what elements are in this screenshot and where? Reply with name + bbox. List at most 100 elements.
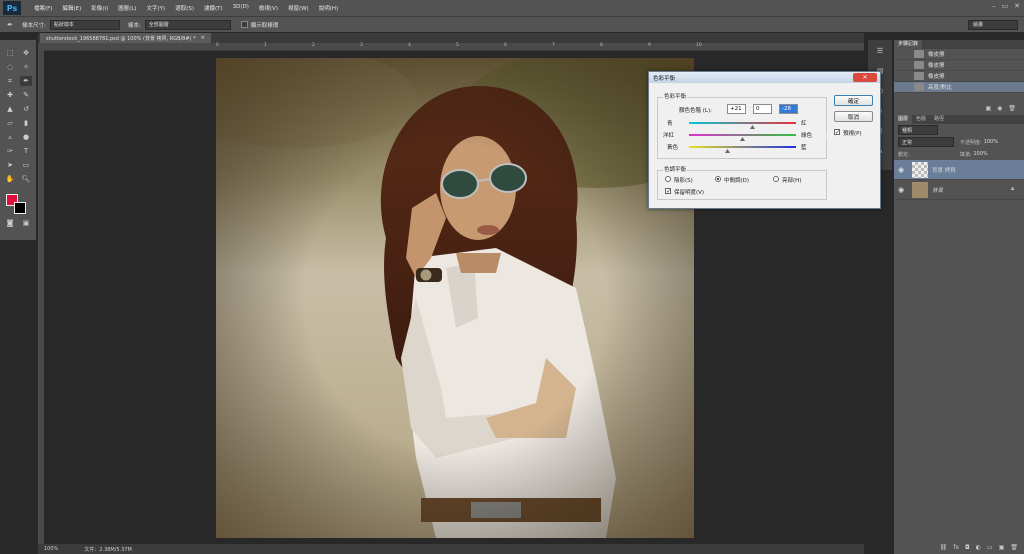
crop-icon[interactable]: ⌗ [4,76,16,86]
menu-filter[interactable]: 濾鏡(T) [199,4,228,12]
slider-right-label: 綠色 [801,133,813,139]
history-item[interactable]: 橡皮擦 [894,49,1024,60]
midtones-radio[interactable] [715,176,721,182]
blend-mode-select[interactable]: 正常 [898,137,954,147]
new-layer-icon[interactable]: ▣ [999,544,1005,554]
dialog-title-bar[interactable]: 色彩平衡 ✕ [649,72,880,83]
quick-mask-icon[interactable]: ◙ [4,218,16,228]
cyan-red-slider[interactable] [689,122,796,124]
menu-view[interactable]: 檢視(V) [254,4,283,12]
minimize-icon[interactable]: – [992,2,996,10]
ok-button[interactable]: 確定 [834,95,873,106]
history-item[interactable]: 橡皮擦 [894,60,1024,71]
maximize-icon[interactable]: ▭ [1002,2,1009,10]
link-icon[interactable]: ⛓︎ [940,544,948,554]
mask-icon[interactable]: ◘ [965,544,970,554]
magic-wand-icon[interactable]: ✧ [20,62,32,72]
show-ring-label: 顯示取樣環 [250,22,279,29]
fill-value[interactable]: 100% [973,151,987,157]
dodge-icon[interactable]: ● [20,132,32,142]
shadows-radio[interactable] [665,176,671,182]
tab-history[interactable]: 步驟記錄 [894,40,923,49]
layers-footer: ⛓︎ fx ◘ ◐ ▭ ▣ 🗑︎ [894,544,1024,554]
preserve-luminosity-checkbox[interactable]: ✓ [665,188,671,195]
cancel-button[interactable]: 取消 [834,111,873,122]
menu-3d[interactable]: 3D(D) [228,4,254,12]
document-image[interactable] [216,58,694,538]
new-document-icon[interactable]: ▣ [985,105,991,115]
history-item-label: 高度/對比 [928,85,952,91]
highlights-radio[interactable] [773,176,779,182]
healing-icon[interactable]: ✚ [4,90,16,100]
hand-icon[interactable]: ✋ [4,174,16,184]
menu-window[interactable]: 視窗(W) [283,4,314,12]
close-icon[interactable]: ✕ [1014,2,1020,10]
camera-icon[interactable]: ◉ [997,105,1002,115]
brush-icon[interactable]: ✎ [20,90,32,100]
zoom-icon[interactable]: 🔍︎ [20,174,32,184]
mouse-cursor-icon: ➤ [822,132,830,142]
blur-icon[interactable]: ▵ [4,132,16,142]
group-icon[interactable]: ▭ [987,544,993,554]
document-close-icon[interactable]: × [201,35,205,41]
shape-icon[interactable]: ▭ [20,160,32,170]
opacity-label: 不透明度: [960,139,982,146]
menu-edit[interactable]: 編輯(E) [57,4,86,12]
pen-icon[interactable]: ✑ [4,146,16,156]
layer-row[interactable]: ◉ 背景 拷貝 [894,160,1024,180]
highlights-label: 亮部(H) [782,178,802,184]
menu-file[interactable]: 檔案(F) [29,4,57,12]
level-yellow-blue-input[interactable]: -28 [779,104,798,114]
move-icon[interactable]: ✥ [20,48,32,58]
history-item[interactable]: 高度/對比 [894,82,1024,93]
document-tab[interactable]: shutterstock_196588781.psd @ 100% (背景 拷貝… [40,33,211,43]
adjustment-layer-icon[interactable]: ◐ [976,544,981,554]
level-cyan-red-input[interactable]: +21 [727,104,746,114]
show-ring-checkbox[interactable] [240,21,248,28]
history-panel-tabs: 步驟記錄 [894,40,1024,49]
marquee-icon[interactable]: ⬚ [4,48,16,58]
trash-icon[interactable]: 🗑︎ [1008,105,1016,115]
eraser-icon[interactable]: ▱ [4,118,16,128]
ruler-tick: 5 [456,43,459,48]
preview-checkbox[interactable]: ✓ [834,129,840,136]
background-color-swatch[interactable] [14,202,26,214]
menu-type[interactable]: 文字(Y) [142,4,171,12]
yellow-blue-slider[interactable] [689,146,796,148]
gradient-icon[interactable]: ▮ [20,118,32,128]
sample-select[interactable]: 全部圖層 [144,19,231,30]
eyedropper-icon[interactable]: ✒ [4,20,16,30]
path-select-icon[interactable]: ➤ [4,160,16,170]
fx-icon[interactable]: fx [953,544,959,554]
dialog-close-button[interactable]: ✕ [853,73,877,82]
level-magenta-green-input[interactable]: 0 [753,104,772,114]
menu-image[interactable]: 影像(I) [86,4,113,12]
zoom-level[interactable]: 100% [44,546,58,552]
color-levels-label: 顏色色階 (L): [679,108,712,114]
screen-mode-icon[interactable]: ▣ [20,218,32,228]
layer-kind-select[interactable]: 種類 [898,125,938,135]
history-brush-icon[interactable]: ↺ [20,104,32,114]
history-item[interactable]: 橡皮擦 [894,71,1024,82]
eye-icon[interactable]: ◉ [894,186,908,194]
tab-channels[interactable]: 色版 [912,115,930,124]
delete-layer-icon[interactable]: 🗑︎ [1010,544,1018,554]
history-panel-icon[interactable]: ☰ [874,46,886,56]
stamp-icon[interactable]: ▲ [4,104,16,114]
type-icon[interactable]: T [20,146,32,156]
tab-paths[interactable]: 路徑 [930,115,948,124]
lasso-icon[interactable]: ◌ [4,62,16,72]
layer-filter-row: 種類 [894,124,1024,136]
menu-select[interactable]: 選取(S) [170,4,199,12]
eyedropper-tool-icon[interactable]: ✒ [20,76,32,86]
magenta-green-slider[interactable] [689,134,796,136]
menu-layer[interactable]: 圖層(L) [113,4,141,12]
menu-help[interactable]: 說明(H) [314,4,343,12]
opacity-value[interactable]: 100% [984,139,998,145]
sample-size-select[interactable]: 點狀樣本 [49,19,120,30]
workspace-select[interactable]: 繪畫 [968,20,1018,30]
layer-row[interactable]: ◉ 背景 🔒︎ [894,180,1024,200]
eye-icon[interactable]: ◉ [894,166,908,174]
tools-panel: ⬚ ✥ ◌ ✧ ⌗ ✒ ✚ ✎ ▲ ↺ ▱ ▮ ▵ ● ✑ T ➤ ▭ ✋ 🔍︎… [0,40,36,240]
tab-layers[interactable]: 圖層 [894,115,913,124]
